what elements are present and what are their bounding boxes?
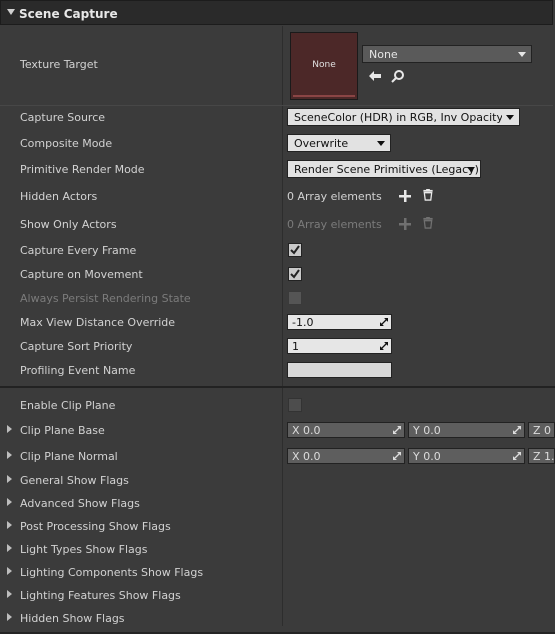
section-title: Scene Capture (19, 7, 118, 21)
capture-source-value: SceneColor (HDR) in RGB, Inv Opacity in … (294, 111, 502, 124)
show-flag-group-label[interactable]: Lighting Components Show Flags (20, 566, 203, 579)
capture-every-frame-checkbox[interactable] (288, 243, 302, 257)
chevron-down-icon (377, 141, 385, 146)
capture-source-label: Capture Source (20, 111, 106, 124)
show-flag-group-label[interactable]: Lighting Features Show Flags (20, 589, 181, 602)
checkmark-icon (290, 245, 300, 255)
show-flag-group-label[interactable]: Post Processing Show Flags (20, 520, 171, 533)
show-only-actors-count: 0 Array elements (287, 218, 382, 231)
show-flag-group-label[interactable]: Advanced Show Flags (20, 497, 140, 510)
resize-arrows-icon (393, 426, 401, 434)
clip-plane-normal-x[interactable]: X 0.0 (287, 448, 405, 464)
section-header[interactable]: Scene Capture (0, 0, 553, 25)
hidden-actors-count: 0 Array elements (287, 190, 382, 203)
expand-arrow-icon[interactable] (7, 544, 12, 552)
clip-plane-normal-x-value: X 0.0 (292, 450, 321, 463)
hidden-actors-label: Hidden Actors (20, 190, 98, 203)
show-flag-group-label[interactable]: General Show Flags (20, 474, 129, 487)
texture-asset-combo[interactable]: None (362, 45, 532, 63)
max-view-distance-value: -1.0 (292, 316, 314, 329)
clip-plane-base-label: Clip Plane Base (20, 424, 105, 437)
browse-magnifier-icon[interactable] (391, 69, 405, 83)
chevron-down-icon (467, 167, 475, 172)
resize-arrows-icon (380, 318, 388, 326)
clip-plane-normal-z[interactable]: Z 1. (528, 448, 555, 464)
expand-arrow-icon[interactable] (7, 567, 12, 575)
add-element-icon[interactable] (399, 218, 411, 230)
add-element-icon[interactable] (399, 190, 411, 202)
resize-arrows-icon (513, 452, 521, 460)
capture-on-movement-checkbox[interactable] (288, 267, 302, 281)
column-divider[interactable] (282, 26, 283, 626)
show-flag-group-label[interactable]: Light Types Show Flags (20, 543, 147, 556)
expand-arrow-icon[interactable] (7, 613, 12, 621)
always-persist-checkbox[interactable] (288, 291, 302, 305)
enable-clip-plane-checkbox[interactable] (288, 398, 302, 412)
expand-arrow-icon[interactable] (7, 475, 12, 483)
primitive-render-mode-label: Primitive Render Mode (20, 163, 145, 176)
trash-icon[interactable] (422, 189, 434, 201)
capture-on-movement-label: Capture on Movement (20, 268, 143, 281)
chevron-down-icon (506, 115, 514, 120)
composite-mode-combo[interactable]: Overwrite (287, 134, 391, 152)
expand-arrow-icon[interactable] (7, 521, 12, 529)
max-view-distance-input[interactable]: -1.0 (287, 314, 392, 330)
thumbnail-text: None (312, 60, 336, 70)
max-view-distance-label: Max View Distance Override (20, 316, 176, 329)
capture-sort-priority-input[interactable]: 1 (287, 338, 392, 354)
clip-plane-normal-y[interactable]: Y 0.0 (408, 448, 525, 464)
texture-thumbnail[interactable]: None (290, 32, 358, 100)
clip-plane-base-z[interactable]: Z 0 (528, 422, 555, 438)
profiling-event-name-label: Profiling Event Name (20, 364, 136, 377)
collapse-caret-icon[interactable] (7, 9, 15, 15)
clip-plane-normal-y-value: Y 0.0 (413, 450, 441, 463)
clip-plane-base-y-value: Y 0.0 (413, 424, 441, 437)
composite-mode-label: Composite Mode (20, 137, 113, 150)
capture-sort-priority-label: Capture Sort Priority (20, 340, 133, 353)
clip-plane-base-x[interactable]: X 0.0 (287, 422, 405, 438)
clip-plane-base-y[interactable]: Y 0.0 (408, 422, 525, 438)
clip-plane-base-z-value: Z 0 (533, 424, 552, 437)
show-only-actors-label: Show Only Actors (20, 218, 117, 231)
clip-plane-normal-label: Clip Plane Normal (20, 450, 118, 463)
capture-source-combo[interactable]: SceneColor (HDR) in RGB, Inv Opacity in … (287, 108, 520, 126)
show-flag-group-label[interactable]: Hidden Show Flags (20, 612, 125, 625)
capture-every-frame-label: Capture Every Frame (20, 244, 137, 257)
section-separator (0, 386, 555, 388)
primitive-render-mode-value: Render Scene Primitives (Legacy) (294, 163, 479, 176)
composite-mode-value: Overwrite (294, 137, 349, 150)
clip-plane-base-x-value: X 0.0 (292, 424, 321, 437)
resize-arrows-icon (393, 452, 401, 460)
capture-sort-priority-value: 1 (292, 340, 299, 353)
thumbnail-bar (293, 95, 355, 97)
resize-arrows-icon (380, 342, 388, 350)
chevron-down-icon (518, 52, 526, 57)
expand-arrow-icon[interactable] (7, 425, 12, 433)
checkmark-icon (290, 269, 300, 279)
row-divider (0, 105, 553, 106)
expand-arrow-icon[interactable] (7, 498, 12, 506)
expand-arrow-icon[interactable] (7, 590, 12, 598)
use-selected-arrow-icon[interactable] (368, 70, 382, 82)
always-persist-label: Always Persist Rendering State (20, 292, 191, 305)
texture-asset-value: None (369, 48, 398, 61)
primitive-render-mode-combo[interactable]: Render Scene Primitives (Legacy) (287, 160, 481, 178)
details-panel: Scene Capture Texture Target None None C… (0, 0, 555, 634)
clip-plane-normal-z-value: Z 1. (533, 450, 555, 463)
trash-icon[interactable] (422, 217, 434, 229)
texture-target-label: Texture Target (20, 58, 98, 71)
expand-arrow-icon[interactable] (7, 451, 12, 459)
resize-arrows-icon (513, 426, 521, 434)
enable-clip-plane-label: Enable Clip Plane (20, 399, 116, 412)
profiling-event-name-input[interactable] (287, 362, 392, 378)
